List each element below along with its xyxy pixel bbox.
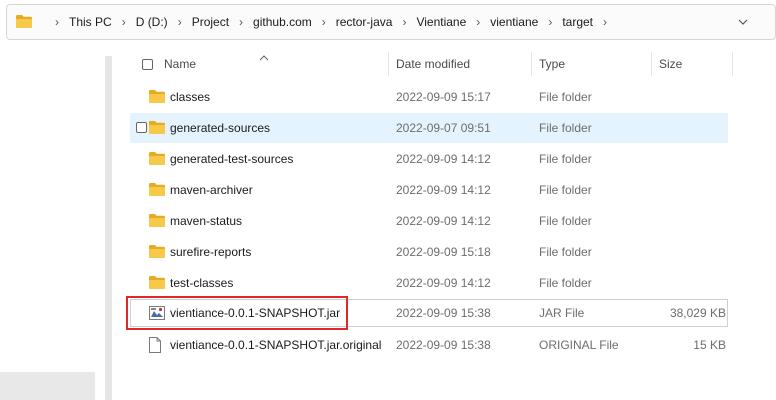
breadcrumb-drive-d[interactable]: D (D:) (136, 15, 168, 29)
file-date: 2022-09-07 09:51 (396, 121, 491, 135)
file-name[interactable]: test-classes (170, 268, 233, 298)
file-date: 2022-09-09 15:38 (396, 338, 491, 352)
chevron-right-icon[interactable]: › (476, 16, 480, 28)
file-type: File folder (539, 121, 592, 135)
folder-icon (148, 182, 166, 200)
chevron-down-icon[interactable] (737, 16, 749, 31)
file-name[interactable]: maven-archiver (170, 175, 253, 205)
column-divider[interactable] (388, 52, 389, 76)
file-row-snapshot-jar-original[interactable]: vientiance-0.0.1-SNAPSHOT.jar.original 2… (130, 330, 728, 360)
breadcrumb-this-pc[interactable]: This PC (69, 15, 112, 29)
file-row-maven-archiver[interactable]: maven-archiver 2022-09-09 14:12 File fol… (130, 175, 728, 205)
file-type: File folder (539, 90, 592, 104)
file-name[interactable]: classes (170, 82, 210, 112)
folder-icon (148, 275, 166, 293)
chevron-right-icon[interactable]: › (239, 16, 243, 28)
file-type: File folder (539, 276, 592, 290)
file-type: JAR File (539, 306, 585, 320)
file-type: ORIGINAL File (539, 338, 619, 352)
chevron-right-icon[interactable]: › (122, 16, 126, 28)
chevron-right-icon[interactable]: › (548, 16, 552, 28)
file-row-generated-sources[interactable]: generated-sources 2022-09-07 09:51 File … (130, 113, 728, 143)
breadcrumb-vientiane[interactable]: vientiane (490, 15, 538, 29)
folder-icon (15, 14, 33, 32)
file-icon (148, 337, 162, 356)
breadcrumb: › This PC › D (D:) › Project › github.co… (45, 5, 617, 39)
file-date: 2022-09-09 14:12 (396, 183, 491, 197)
file-size: 15 KB (693, 338, 726, 352)
folder-icon (148, 244, 166, 262)
file-type: File folder (539, 152, 592, 166)
file-date: 2022-09-09 15:18 (396, 245, 491, 259)
folder-icon (148, 151, 166, 169)
column-header-type[interactable]: Type (539, 52, 565, 76)
folder-icon (148, 213, 166, 231)
file-type: File folder (539, 183, 592, 197)
chevron-right-icon[interactable]: › (55, 16, 59, 28)
file-size: 38,029 KB (669, 306, 726, 320)
breadcrumb-github[interactable]: github.com (253, 15, 312, 29)
chevron-right-icon[interactable]: › (603, 16, 607, 28)
column-header-name[interactable]: Name (164, 52, 196, 76)
column-divider[interactable] (531, 52, 532, 76)
chevron-right-icon[interactable]: › (322, 16, 326, 28)
file-name[interactable]: generated-test-sources (170, 144, 293, 174)
chevron-right-icon[interactable]: › (402, 16, 406, 28)
file-row-classes[interactable]: classes 2022-09-09 15:17 File folder (130, 82, 728, 112)
column-header-size[interactable]: Size (659, 52, 682, 76)
file-type: File folder (539, 245, 592, 259)
file-row-maven-status[interactable]: maven-status 2022-09-09 14:12 File folde… (130, 206, 728, 236)
file-date: 2022-09-09 14:12 (396, 214, 491, 228)
sidebar-scrollbar[interactable] (105, 56, 112, 400)
breadcrumb-project[interactable]: Project (192, 15, 229, 29)
file-date: 2022-09-09 15:17 (396, 90, 491, 104)
breadcrumb-vientiane-upper[interactable]: Vientiane (416, 15, 466, 29)
file-name[interactable]: vientiance-0.0.1-SNAPSHOT.jar.original (170, 330, 381, 360)
file-date: 2022-09-09 14:12 (396, 152, 491, 166)
file-row-generated-test-sources[interactable]: generated-test-sources 2022-09-09 14:12 … (130, 144, 728, 174)
file-name[interactable]: generated-sources (170, 113, 270, 143)
folder-icon (148, 89, 166, 107)
file-name[interactable]: maven-status (170, 206, 242, 236)
breadcrumb-rector-java[interactable]: rector-java (336, 15, 393, 29)
chevron-right-icon[interactable]: › (178, 16, 182, 28)
file-date: 2022-09-09 15:38 (396, 306, 491, 320)
file-name[interactable]: surefire-reports (170, 237, 251, 267)
annotation-highlight-box (126, 296, 348, 330)
file-row-surefire-reports[interactable]: surefire-reports 2022-09-09 15:18 File f… (130, 237, 728, 267)
breadcrumb-target[interactable]: target (562, 15, 593, 29)
column-divider[interactable] (732, 52, 733, 76)
file-type: File folder (539, 214, 592, 228)
column-divider[interactable] (651, 52, 652, 76)
sidebar-selected-item[interactable] (0, 372, 95, 400)
file-row-test-classes[interactable]: test-classes 2022-09-09 14:12 File folde… (130, 268, 728, 298)
select-all-checkbox[interactable] (142, 59, 153, 70)
column-header-date[interactable]: Date modified (396, 52, 470, 76)
address-bar[interactable]: › This PC › D (D:) › Project › github.co… (6, 4, 776, 40)
file-date: 2022-09-09 14:12 (396, 276, 491, 290)
folder-icon (148, 120, 166, 138)
sort-ascending-icon (259, 50, 269, 64)
row-checkbox[interactable] (136, 122, 147, 133)
